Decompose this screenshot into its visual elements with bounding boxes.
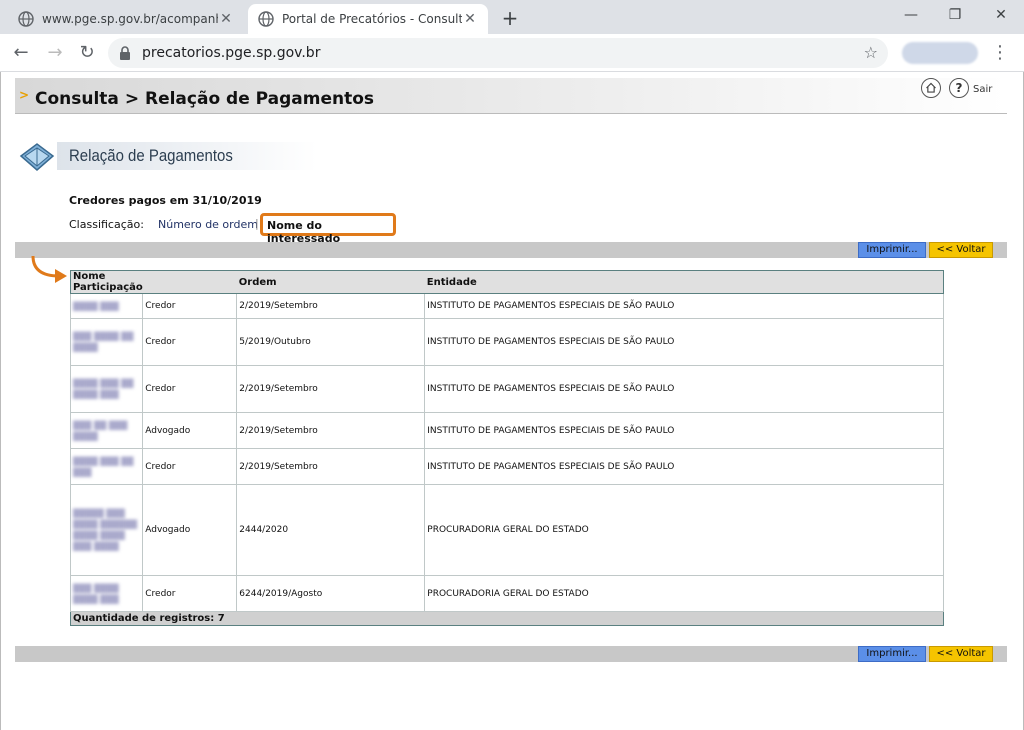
name-cell-redacted: █████ ███ ████ ██████ ████ ████ ███ ████ (69, 484, 144, 576)
tab-pge[interactable]: www.pge.sp.gov.br/acompanhe/ ✕ (8, 4, 244, 34)
ordem-cell: 6244/2019/Agosto (236, 575, 426, 612)
logout-link[interactable]: Sair (973, 84, 992, 95)
table-header-row: Nome Participação Ordem Entidade (70, 270, 944, 294)
minimize-button[interactable]: — (896, 4, 926, 26)
ordem-cell: 2/2019/Setembro (236, 293, 426, 319)
curved-arrow-icon (31, 255, 67, 283)
participacao-cell: Credor (142, 318, 238, 366)
name-cell-redacted: ███ ████ ██ ████ (69, 318, 144, 366)
column-header-ordem: Ordem (236, 270, 425, 294)
close-window-button[interactable]: ✕ (986, 4, 1016, 26)
forward-arrow-icon[interactable]: → (42, 40, 68, 66)
back-button-top[interactable]: << Voltar (929, 242, 993, 258)
column-header-name: Nome Participação (70, 270, 143, 294)
credores-heading: Credores pagos em 31/10/2019 (69, 194, 262, 207)
header-bar: > Consulta > Relação de Pagamentos (15, 78, 1007, 114)
entidade-cell: INSTITUTO DE PAGAMENTOS ESPECIAIS DE SÃO… (424, 293, 944, 319)
entidade-cell: INSTITUTO DE PAGAMENTOS ESPECIAIS DE SÃO… (424, 448, 944, 485)
ordem-cell: 2/2019/Setembro (236, 365, 426, 413)
close-icon[interactable]: ✕ (218, 11, 234, 27)
tab-portal-precatorios[interactable]: Portal de Precatórios - Consulta ✕ (248, 4, 488, 34)
tab-label: Portal de Precatórios - Consulta (282, 12, 462, 26)
lock-icon (120, 46, 130, 60)
url-text: precatorios.pge.sp.gov.br (142, 45, 321, 61)
table-row: ███ ████ ████ ███ Credor 6244/2019/Agost… (69, 575, 944, 612)
page-title: Consulta > Relação de Pagamentos (35, 89, 375, 109)
participacao-cell: Advogado (142, 484, 238, 576)
table-footer-row: Quantidade de registros: 7 (70, 611, 944, 626)
close-icon[interactable]: ✕ (462, 11, 478, 27)
table-row: ████ ███ Credor 2/2019/Setembro INSTITUT… (69, 293, 944, 319)
table-row: █████ ███ ████ ██████ ████ ████ ███ ████… (69, 484, 944, 576)
table-row: ████ ███ ██ ███ Credor 2/2019/Setembro I… (69, 448, 944, 485)
print-button-bottom[interactable]: Imprimir... (858, 646, 926, 662)
tab-label: www.pge.sp.gov.br/acompanhe/ (42, 12, 218, 26)
participacao-cell: Credor (142, 448, 238, 485)
reload-icon[interactable]: ↻ (74, 40, 100, 66)
ordem-cell: 2/2019/Setembro (236, 412, 426, 449)
participacao-cell: Advogado (142, 412, 238, 449)
entidade-cell: INSTITUTO DE PAGAMENTOS ESPECIAIS DE SÃO… (424, 318, 944, 366)
column-header-entidade: Entidade (424, 270, 944, 294)
table-row: ███ ████ ██ ████ Credor 5/2019/Outubro I… (69, 318, 944, 366)
book-icon (19, 143, 55, 171)
entidade-cell: PROCURADORIA GERAL DO ESTADO (424, 575, 944, 612)
globe-icon (258, 11, 274, 27)
sort-by-name-option[interactable]: Nome do interessado (260, 213, 396, 245)
bookmark-star-icon[interactable]: ☆ (864, 43, 878, 62)
ordem-cell: 2444/2020 (236, 484, 426, 576)
participacao-cell: Credor (142, 293, 238, 319)
table-row: ████ ███ ██ ████ ███ Credor 2/2019/Setem… (69, 365, 944, 413)
browser-tab-strip: www.pge.sp.gov.br/acompanhe/ ✕ Portal de… (0, 0, 1024, 34)
name-cell-redacted: ████ ███ (69, 293, 144, 319)
home-icon[interactable] (921, 78, 941, 98)
profile-avatar[interactable] (902, 42, 978, 64)
restore-button[interactable]: ❐ (940, 4, 970, 26)
entidade-cell: PROCURADORIA GERAL DO ESTADO (424, 484, 944, 576)
browser-toolbar: ← → ↻ precatorios.pge.sp.gov.br ☆ ⋮ (0, 34, 1024, 72)
help-icon[interactable]: ? (949, 78, 969, 98)
sort-by-number-link[interactable]: Número de ordem (158, 218, 258, 231)
name-cell-redacted: ███ ██ ███ ████ (69, 412, 144, 449)
name-cell-redacted: ███ ████ ████ ███ (69, 575, 144, 612)
page-content: > Consulta > Relação de Pagamentos ? Sai… (0, 72, 1024, 730)
ordem-cell: 2/2019/Setembro (236, 448, 426, 485)
table-row: ███ ██ ███ ████ Advogado 2/2019/Setembro… (69, 412, 944, 449)
column-header-empty (142, 270, 237, 294)
back-arrow-icon[interactable]: ← (8, 40, 34, 66)
entidade-cell: INSTITUTO DE PAGAMENTOS ESPECIAIS DE SÃO… (424, 365, 944, 413)
name-cell-redacted: ████ ███ ██ ███ (69, 448, 144, 485)
address-bar[interactable]: precatorios.pge.sp.gov.br ☆ (108, 38, 888, 68)
ordem-cell: 5/2019/Outubro (236, 318, 426, 366)
participacao-cell: Credor (142, 575, 238, 612)
chevron-right-icon: > (19, 88, 30, 102)
print-button-top[interactable]: Imprimir... (858, 242, 926, 258)
section-title: Relação de Pagamentos (69, 146, 233, 165)
back-button-bottom[interactable]: << Voltar (929, 646, 993, 662)
name-cell-redacted: ████ ███ ██ ████ ███ (69, 365, 144, 413)
entidade-cell: INSTITUTO DE PAGAMENTOS ESPECIAIS DE SÃO… (424, 412, 944, 449)
separator: | (255, 217, 259, 230)
payments-table: Nome Participação Ordem Entidade ████ ██… (69, 270, 944, 626)
classificacao-label: Classificação: (69, 218, 144, 231)
participacao-cell: Credor (142, 365, 238, 413)
new-tab-button[interactable]: + (498, 6, 522, 30)
globe-icon (18, 11, 34, 27)
menu-dots-icon[interactable]: ⋮ (990, 40, 1010, 66)
record-count: Quantidade de registros: 7 (70, 611, 944, 626)
